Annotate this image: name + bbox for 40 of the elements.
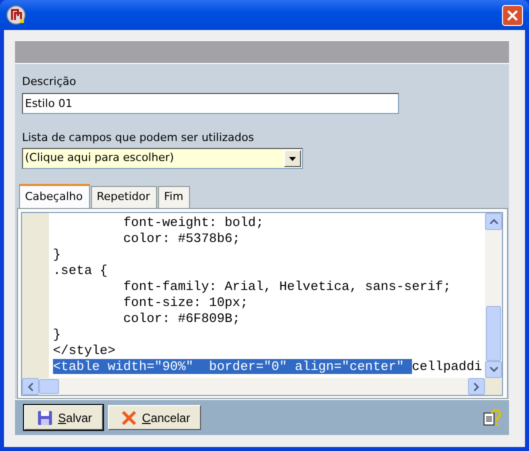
chevron-up-icon bbox=[490, 218, 498, 224]
close-button[interactable] bbox=[502, 4, 523, 26]
code-text: color: #6F809B; bbox=[122, 310, 240, 326]
code-text: cellpaddi bbox=[412, 358, 482, 374]
code-text: font-size: 10px; bbox=[122, 294, 248, 310]
caret-icon bbox=[289, 156, 296, 160]
code-text: } bbox=[53, 326, 61, 342]
scroll-thumb[interactable] bbox=[39, 379, 59, 394]
horizontal-scrollbar[interactable] bbox=[22, 378, 485, 395]
scrollbar-corner bbox=[485, 378, 502, 395]
tab[interactable]: Repetidor bbox=[90, 186, 157, 208]
code-text: font-family: Arial, Helvetica, sans-serif; bbox=[122, 278, 451, 294]
selected-code-text: <table width="90%" border="0" align="center" bbox=[53, 358, 412, 374]
field-label: Descrição bbox=[22, 75, 76, 88]
code-text: </style> bbox=[53, 342, 116, 358]
cancel-button[interactable]: Cancelar bbox=[108, 405, 202, 430]
tab[interactable]: Fim bbox=[158, 186, 190, 208]
scroll-left-button[interactable] bbox=[22, 378, 39, 395]
scroll-thumb[interactable] bbox=[486, 306, 501, 361]
scroll-right-button[interactable] bbox=[468, 378, 485, 395]
save-button[interactable]: Salvar bbox=[24, 405, 104, 430]
code-text: color: #5378b6; bbox=[122, 230, 240, 246]
code-text: .seta { bbox=[53, 262, 108, 278]
chevron-right-icon bbox=[474, 382, 479, 390]
chevron-left-icon bbox=[28, 382, 33, 390]
fields-dropdown[interactable]: (Clique aqui para escolher) bbox=[22, 148, 303, 169]
scroll-up-button[interactable] bbox=[485, 212, 502, 230]
help-icon[interactable] bbox=[483, 408, 501, 426]
scroll-down-button[interactable] bbox=[485, 361, 502, 378]
description-field[interactable]: Estilo 01 bbox=[22, 92, 399, 114]
chevron-down-icon bbox=[490, 367, 498, 372]
code-text: font-weight: bold; bbox=[122, 214, 264, 230]
tab[interactable]: Cabeçalho bbox=[19, 184, 90, 208]
close-icon bbox=[506, 8, 519, 22]
app-icon bbox=[6, 5, 26, 25]
vertical-scrollbar[interactable] bbox=[485, 212, 502, 378]
dropdown-button[interactable] bbox=[284, 150, 301, 167]
field-label: Lista de campos que podem ser utilizados bbox=[22, 130, 254, 144]
code-text: } bbox=[53, 246, 61, 262]
cross-icon bbox=[121, 410, 138, 426]
